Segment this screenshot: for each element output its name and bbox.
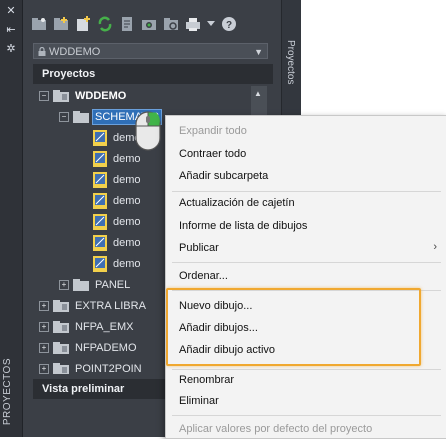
tree-item-panel[interactable]: + PANEL xyxy=(59,275,132,295)
tree-item-project[interactable]: + POINT2POIN xyxy=(39,359,144,374)
collapse-icon[interactable]: − xyxy=(59,112,69,122)
expand-icon[interactable]: + xyxy=(39,301,49,311)
project-folder-icon xyxy=(53,321,69,333)
project-folder-icon xyxy=(53,90,69,102)
tree-item-label: WDDEMO xyxy=(75,90,127,102)
expand-icon[interactable]: + xyxy=(39,343,49,353)
tasks-icon[interactable] xyxy=(118,15,136,33)
tree-item-project[interactable]: + EXTRA LIBRA xyxy=(39,296,148,316)
collapse-icon[interactable]: − xyxy=(39,91,49,101)
palette-title: PROYECTOS xyxy=(2,357,13,425)
project-selector[interactable]: WDDEMO ▼ xyxy=(33,43,268,59)
tree-item-label: demo xyxy=(113,216,141,228)
plot-icon[interactable] xyxy=(184,15,202,33)
new-project-icon[interactable] xyxy=(52,15,70,33)
menu-item-sort[interactable]: Ordenar... xyxy=(179,265,228,287)
folder-icon xyxy=(73,279,89,291)
tree-item-label: NFPA_EMX xyxy=(75,321,134,333)
context-menu: Expandir todo Contraer todo Añadir subca… xyxy=(165,115,446,439)
chevron-down-icon[interactable] xyxy=(206,15,216,33)
folder-icon xyxy=(73,111,89,123)
mouse-right-click-icon xyxy=(133,110,163,155)
menu-item-title-block-update[interactable]: Actualización de cajetín xyxy=(179,192,295,214)
submenu-arrow-icon: › xyxy=(433,241,437,253)
menu-item-add-subfolder[interactable]: Añadir subcarpeta xyxy=(179,165,268,187)
tree-item-wddemo[interactable]: − WDDEMO xyxy=(39,86,128,106)
open-project-icon[interactable] xyxy=(30,15,48,33)
menu-separator xyxy=(172,262,441,263)
tree-item-drawing[interactable]: demo xyxy=(93,170,143,190)
drawing-file-icon xyxy=(93,172,107,188)
tree-item-label: NFPADEMO xyxy=(75,342,137,354)
tree-item-drawing[interactable]: demo xyxy=(93,191,143,211)
project-toolbar: ? xyxy=(30,12,242,36)
menu-item-publish[interactable]: Publicar xyxy=(179,237,219,259)
menu-item-add-drawings[interactable]: Añadir dibujos... xyxy=(179,317,258,339)
menu-item-apply-project-defaults[interactable]: Aplicar valores por defecto del proyecto xyxy=(179,418,372,438)
scan-icon[interactable] xyxy=(140,15,158,33)
drawing-file-icon xyxy=(93,151,107,167)
tree-item-label: demo xyxy=(113,237,141,249)
drawing-file-icon xyxy=(93,193,107,209)
project-folder-icon xyxy=(53,363,69,374)
project-settings-icon[interactable] xyxy=(162,15,180,33)
menu-item-new-drawing[interactable]: Nuevo dibujo... xyxy=(179,295,252,317)
tree-item-label: EXTRA LIBRA xyxy=(75,300,146,312)
tree-item-project[interactable]: + NFPA_EMX xyxy=(39,317,135,337)
tree-item-label: demo xyxy=(113,195,141,207)
tree-item-label: demo xyxy=(113,174,141,186)
drawing-file-icon xyxy=(93,130,107,146)
menu-item-collapse-all[interactable]: Contraer todo xyxy=(179,143,246,165)
drawing-file-icon xyxy=(93,214,107,230)
scroll-up-icon[interactable]: ▲ xyxy=(254,89,262,98)
tree-item-drawing[interactable]: demo xyxy=(93,254,143,274)
tree-item-drawing[interactable]: demo xyxy=(93,233,143,253)
menu-item-rename[interactable]: Renombrar xyxy=(179,369,234,391)
project-folder-icon xyxy=(53,342,69,354)
svg-text:?: ? xyxy=(226,20,232,31)
chevron-down-icon[interactable]: ▼ xyxy=(254,44,263,60)
drawing-file-icon xyxy=(93,235,107,251)
menu-item-delete[interactable]: Eliminar xyxy=(179,390,219,412)
close-icon[interactable]: ✕ xyxy=(5,5,17,17)
new-drawing-icon[interactable] xyxy=(74,15,92,33)
palette-titlebar[interactable]: ✕ ⇤ ✲ PROYECTOS xyxy=(0,0,23,437)
expand-icon[interactable]: + xyxy=(39,322,49,332)
lock-icon xyxy=(38,45,46,61)
menu-separator xyxy=(172,415,441,416)
help-icon[interactable]: ? xyxy=(220,15,238,33)
drawing-file-icon xyxy=(93,256,107,272)
expand-icon[interactable]: + xyxy=(39,364,49,374)
expand-icon[interactable]: + xyxy=(59,280,69,290)
tree-item-label: PANEL xyxy=(95,279,131,291)
tree-item-label: POINT2POIN xyxy=(75,363,142,374)
autohide-icon[interactable]: ⇤ xyxy=(5,24,17,36)
project-selector-value: WDDEMO xyxy=(49,46,101,58)
side-tab-label: Proyectos xyxy=(285,40,296,85)
refresh-icon[interactable] xyxy=(96,15,114,33)
menu-item-expand-all[interactable]: Expandir todo xyxy=(179,120,247,142)
menu-item-drawing-list-report[interactable]: Informe de lista de dibujos xyxy=(179,215,307,237)
properties-gear-icon[interactable]: ✲ xyxy=(5,43,17,55)
menu-item-add-active-drawing[interactable]: Añadir dibujo activo xyxy=(179,339,275,361)
project-folder-icon xyxy=(53,300,69,312)
tree-item-project[interactable]: + NFPADEMO xyxy=(39,338,139,358)
projects-panel-header[interactable]: Proyectos xyxy=(33,64,273,84)
tree-item-label: demo xyxy=(113,258,141,270)
tree-item-drawing[interactable]: demo xyxy=(93,212,143,232)
